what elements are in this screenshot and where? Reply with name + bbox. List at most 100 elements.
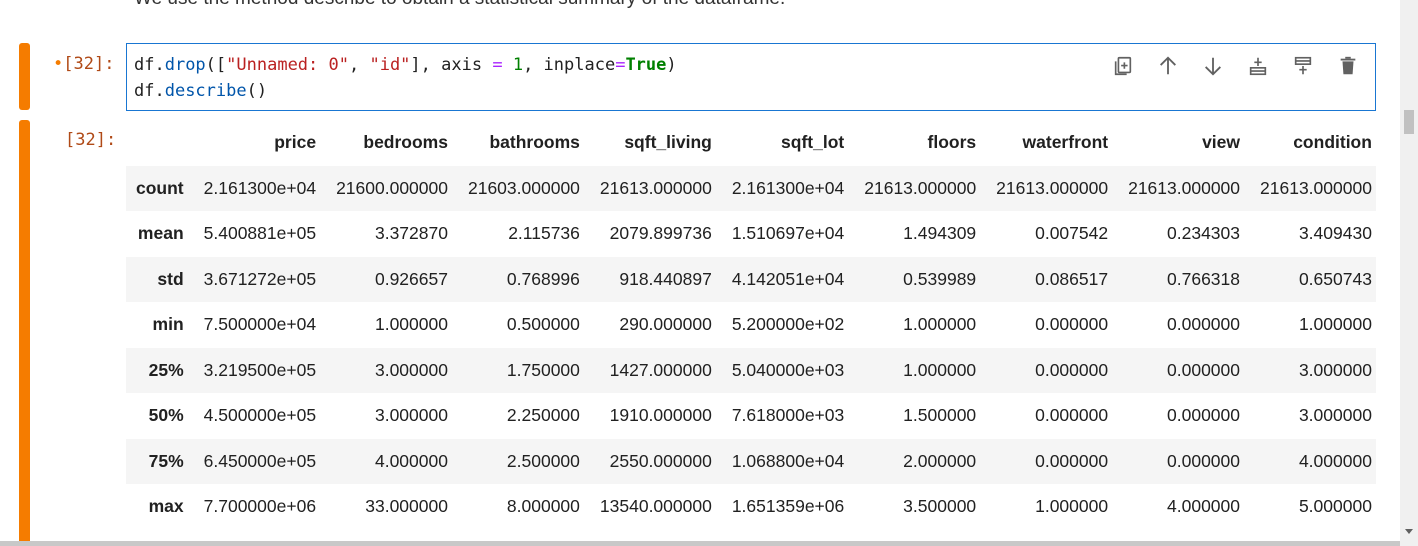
scrollbar-thumb[interactable]	[1404, 110, 1414, 134]
row-label: std	[157, 268, 184, 289]
table-cell: 0.500000	[506, 314, 580, 335]
table-cell: 918.440897	[619, 268, 712, 289]
table-cell: 21613.000000	[1260, 177, 1372, 198]
table-cell: 2.500000	[506, 450, 580, 471]
output-prompt: [32]:	[65, 130, 117, 150]
table-cell: 7.700000e+06	[203, 496, 317, 517]
table-cell: 0.000000	[1035, 359, 1109, 380]
code-editor[interactable]: df.drop(["Unnamed: 0", "id"], axis = 1, …	[126, 43, 1376, 111]
table-cell: 1.510697e+04	[731, 223, 845, 244]
table-cell: 0.000000	[1035, 450, 1109, 471]
table-header-row: price bedrooms bathrooms sqft_living sqft_lo…	[126, 120, 1376, 166]
table-row: count 2.161300e+04 21600.000000 21603.00000…	[126, 165, 1376, 211]
table-cell: 1.750000	[506, 359, 580, 380]
code-token: 1	[512, 55, 524, 75]
table-cell: 0.234303	[1167, 223, 1241, 244]
vertical-scrollbar[interactable]	[1400, 0, 1418, 546]
scroll-down-arrow-icon[interactable]	[1405, 529, 1413, 534]
column-header: view	[1202, 132, 1241, 153]
table-cell: 1.000000	[1035, 496, 1109, 517]
table-cell: 1.000000	[903, 359, 977, 380]
code-token: ,	[348, 55, 370, 75]
table-cell: 7.500000e+04	[203, 314, 317, 335]
table-cell: 0.000000	[1167, 314, 1241, 335]
table-cell: 4.000000	[374, 450, 448, 471]
table-cell: 3.000000	[374, 405, 448, 426]
table-cell: 3.219500e+05	[203, 359, 317, 380]
table-row: mean 5.400881e+05 3.372870 2.115736 2079.899…	[126, 211, 1376, 257]
table-row: max 7.700000e+06 33.000000 8.000000 13540.00…	[126, 484, 1376, 530]
table-cell: 1.068800e+04	[731, 450, 845, 471]
table-cell: 2.000000	[903, 450, 977, 471]
table-cell: 1.000000	[1298, 314, 1372, 335]
code-lines[interactable]: df.drop(["Unnamed: 0", "id"], axis = 1, …	[134, 52, 677, 104]
row-label: 25%	[148, 359, 184, 380]
table-cell: 4.000000	[1167, 496, 1241, 517]
table-cell: 0.766318	[1167, 268, 1241, 289]
duplicate-icon	[1114, 56, 1131, 75]
insert-above-icon	[1294, 56, 1311, 74]
output-area[interactable]: price bedrooms bathrooms sqft_living sqft_lo…	[126, 120, 1376, 530]
table-cell: 6.450000e+05	[203, 450, 317, 471]
insert-above-button[interactable]	[1289, 52, 1316, 79]
output-collapser[interactable]	[19, 120, 30, 546]
row-label: max	[148, 496, 184, 517]
insert-below-button[interactable]	[1244, 52, 1271, 79]
duplicate-cell-button[interactable]	[1109, 52, 1136, 79]
table-cell: 0.650743	[1298, 268, 1372, 289]
table-cell: 0.086517	[1035, 268, 1109, 289]
delete-icon	[1340, 56, 1355, 74]
code-token: drop	[164, 55, 206, 75]
code-line-2[interactable]: df.describe()	[134, 78, 677, 104]
table-cell: 3.372870	[374, 223, 448, 244]
code-token: )	[666, 55, 677, 75]
table-cell: 0.000000	[1035, 314, 1109, 335]
table-cell: 1427.000000	[609, 359, 712, 380]
delete-cell-button[interactable]	[1334, 52, 1361, 79]
code-token: describe	[164, 81, 247, 101]
table-cell: 290.000000	[619, 314, 712, 335]
table-cell: 3.409430	[1298, 223, 1372, 244]
table-cell: 1.000000	[903, 314, 977, 335]
table-cell: 4.500000e+05	[203, 405, 317, 426]
table-cell: 2.161300e+04	[203, 177, 317, 198]
code-token: df.	[134, 55, 165, 75]
table-cell: 21613.000000	[1128, 177, 1241, 198]
table-cell: 21613.000000	[599, 177, 712, 198]
code-token: df.	[134, 81, 165, 101]
table-row: 75% 6.450000e+05 4.000000 2.500000 2550.0000…	[126, 438, 1376, 484]
column-header: sqft_living	[624, 132, 712, 153]
table-cell: 4.142051e+04	[731, 268, 845, 289]
notebook-page: We use the method describe to obtain a s…	[0, 0, 1418, 546]
table-cell: 4.000000	[1298, 450, 1372, 471]
column-header: floors	[927, 132, 977, 153]
horizontal-scrollbar[interactable]	[0, 541, 1400, 546]
table-cell: 5.040000e+03	[731, 359, 845, 380]
table-cell: 3.000000	[1298, 405, 1372, 426]
move-down-button[interactable]	[1199, 52, 1226, 79]
insert-below-icon	[1249, 57, 1266, 75]
code-line-1[interactable]: df.drop(["Unnamed: 0", "id"], axis = 1, …	[134, 52, 677, 78]
table-row: std 3.671272e+05 0.926657 0.768996 918.44089…	[126, 256, 1376, 302]
table-cell: 3.500000	[903, 496, 977, 517]
table-cell: 0.000000	[1167, 450, 1241, 471]
input-collapser[interactable]	[19, 43, 30, 110]
table-cell: 0.768996	[506, 268, 580, 289]
code-token: ([	[205, 55, 227, 75]
table-row: 25% 3.219500e+05 3.000000 1.750000 1427.0000…	[126, 347, 1376, 393]
column-header: bathrooms	[489, 132, 580, 153]
move-down-icon	[1204, 57, 1221, 76]
table-cell: 1.500000	[903, 405, 977, 426]
cell-toolbar	[1109, 52, 1361, 79]
dataframe-table: price bedrooms bathrooms sqft_living sqft_lo…	[126, 120, 1376, 530]
row-label: 75%	[148, 450, 184, 471]
move-up-button[interactable]	[1154, 52, 1181, 79]
table-cell: 0.000000	[1167, 405, 1241, 426]
table-cell: 3.000000	[374, 359, 448, 380]
table-cell: 2.115736	[508, 223, 580, 244]
column-header: price	[274, 132, 317, 153]
table-cell: 1.651359e+06	[731, 496, 845, 517]
table-cell: 2550.000000	[609, 450, 712, 471]
table-cell: 2.250000	[506, 405, 580, 426]
